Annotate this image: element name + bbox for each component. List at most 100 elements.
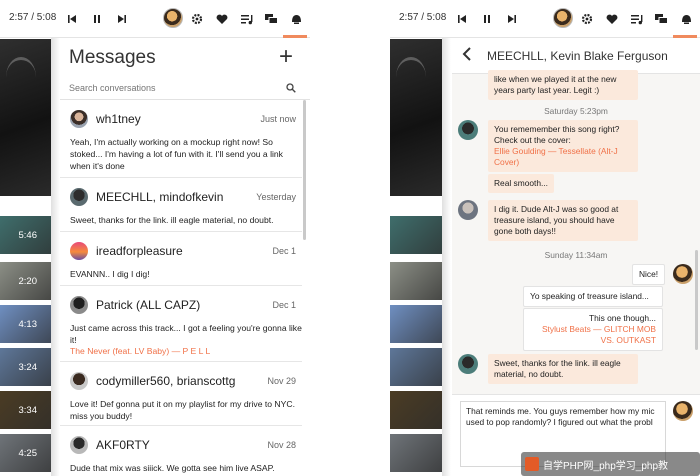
conversation-name: MEECHLL, mindofkevin [96, 190, 224, 204]
message-bubble: Yo speaking of treasure island... [523, 286, 663, 307]
track-tile[interactable] [390, 391, 442, 429]
track-tile[interactable]: 3:34 [0, 391, 51, 429]
track-tile[interactable]: 3:24 [0, 348, 51, 386]
message-bubble: Real smooth... [488, 174, 554, 193]
gear-icon[interactable] [188, 10, 206, 28]
conversation-item[interactable]: AKF0RTY Nov 28 Dude that mix was siiick.… [60, 426, 302, 476]
conversation-item[interactable]: codymiller560, brianscottg Nov 29 Love i… [60, 362, 302, 426]
track-tile[interactable] [390, 348, 442, 386]
conversation-preview: Just came across this track... I got a f… [70, 323, 302, 345]
timestamp: Saturday 5:23pm [544, 106, 608, 116]
pause-icon[interactable] [478, 10, 496, 28]
scrollbar[interactable] [303, 100, 306, 240]
back-arrow-icon[interactable] [462, 47, 472, 66]
track-tile[interactable]: 2:20 [0, 262, 51, 300]
conversation-time: Nov 28 [267, 440, 296, 450]
previous-track-icon[interactable] [453, 10, 471, 28]
album-art[interactable] [0, 39, 51, 196]
messages-list-panel: Messages + wh1tney Just now Yeah, I'm ac… [60, 38, 310, 476]
search-icon[interactable] [286, 80, 296, 98]
track-tile[interactable]: 5:46 [0, 216, 51, 254]
page-title: Messages [69, 47, 156, 68]
avatar [70, 242, 88, 260]
conversation-time: Dec 1 [272, 300, 296, 310]
search-input[interactable] [69, 80, 300, 96]
new-conversation-button[interactable]: + [279, 45, 293, 69]
track-duration: 5:46 [18, 229, 38, 241]
notification-icon[interactable] [287, 10, 305, 28]
track-duration: 2:20 [18, 275, 38, 287]
conversation-item[interactable]: MEECHLL, mindofkevin Yesterday Sweet, th… [60, 178, 302, 232]
chat-title: MEECHLL, Kevin Blake Ferguson [487, 49, 668, 63]
conversation-item[interactable]: ireadforpleasure Dec 1 EVANNN.. I dig I … [60, 232, 302, 286]
next-track-icon[interactable] [113, 10, 131, 28]
conversation-item[interactable]: Patrick (ALL CAPZ) Dec 1 Just came acros… [60, 286, 302, 362]
track-link[interactable]: Stylust Beats — GLITCH MOB VS. OUTKAST [542, 324, 656, 345]
track-tile[interactable] [390, 305, 442, 343]
chat-icon[interactable] [262, 10, 280, 28]
conversation-name: ireadforpleasure [96, 244, 183, 258]
conversation-time: Nov 29 [267, 376, 296, 386]
panel-shadow [442, 38, 451, 476]
track-link[interactable]: Ellie Goulding — Tessellate (Alt-J Cover… [494, 146, 618, 167]
conversation-preview: Dude that mix was siiick. We gotta see h… [70, 463, 275, 473]
playlist-icon[interactable] [238, 10, 256, 28]
conversation-time: Dec 1 [272, 246, 296, 256]
notification-icon[interactable] [677, 10, 695, 28]
previous-track-icon[interactable] [63, 10, 81, 28]
avatar [673, 401, 693, 421]
heart-icon[interactable] [213, 10, 231, 28]
conversation-time: Yesterday [256, 192, 296, 202]
message-text: This one though... [588, 313, 656, 323]
watermark-text: 自学PHP网_php学习_php教 [543, 460, 669, 472]
avatar [70, 372, 88, 390]
playlist-icon[interactable] [628, 10, 646, 28]
conversation-name: Patrick (ALL CAPZ) [96, 298, 201, 312]
chat-thread: like when we played it at the new years … [452, 70, 700, 394]
avatar [458, 120, 478, 140]
playback-time: 2:57 / 5:08 [9, 12, 57, 23]
watermark: 自学PHP网_php学习_php教 [521, 452, 700, 476]
message-bubble: Sweet, thanks for the link. ill eagle ma… [488, 354, 638, 384]
track-duration: 3:24 [18, 361, 38, 373]
watermark-logo-icon [525, 457, 539, 471]
track-link[interactable]: The Never (feat. LV Baby) — P E L L [70, 346, 210, 356]
panel-shadow [51, 38, 60, 476]
gear-icon[interactable] [578, 10, 596, 28]
album-art[interactable] [390, 39, 442, 196]
conversation-time: Just now [260, 114, 296, 124]
track-tile[interactable] [390, 216, 442, 254]
conversation-item[interactable]: wh1tney Just now Yeah, I'm actually work… [60, 100, 302, 178]
avatar [70, 110, 88, 128]
pause-icon[interactable] [88, 10, 106, 28]
avatar [458, 200, 478, 220]
message-bubble: You rememember this song right? Check ou… [488, 120, 638, 172]
track-duration: 4:25 [18, 447, 38, 459]
conversation-name: wh1tney [96, 112, 141, 126]
track-duration: 3:34 [18, 404, 38, 416]
conversation-name: codymiller560, brianscottg [96, 374, 236, 388]
avatar [70, 436, 88, 454]
message-bubble: like when we played it at the new years … [488, 70, 638, 100]
conversation-preview: Yeah, I'm actually working on a mockup r… [70, 137, 283, 171]
conversation-preview: Sweet, thanks for the link. ill eagle ma… [70, 215, 274, 225]
message-bubble: This one though... Stylust Beats — GLITC… [523, 308, 663, 351]
profile-avatar[interactable] [163, 8, 183, 28]
top-bar: 2:57 / 5:08 [0, 0, 310, 38]
scrollbar[interactable] [695, 250, 698, 350]
conversation-name: AKF0RTY [96, 438, 150, 452]
track-tile[interactable]: 4:25 [0, 434, 51, 472]
track-tile[interactable] [390, 262, 442, 300]
track-duration: 4:13 [18, 318, 38, 330]
timestamp: Sunday 11:34am [544, 250, 608, 260]
next-track-icon[interactable] [503, 10, 521, 28]
avatar [70, 188, 88, 206]
track-tile[interactable]: 4:13 [0, 305, 51, 343]
heart-icon[interactable] [603, 10, 621, 28]
message-text: You rememember this song right? Check ou… [494, 124, 620, 145]
avatar [673, 264, 693, 284]
chat-icon[interactable] [652, 10, 670, 28]
conversation-preview: EVANNN.. I dig I dig! [70, 269, 150, 279]
profile-avatar[interactable] [553, 8, 573, 28]
track-tile[interactable] [390, 434, 442, 472]
